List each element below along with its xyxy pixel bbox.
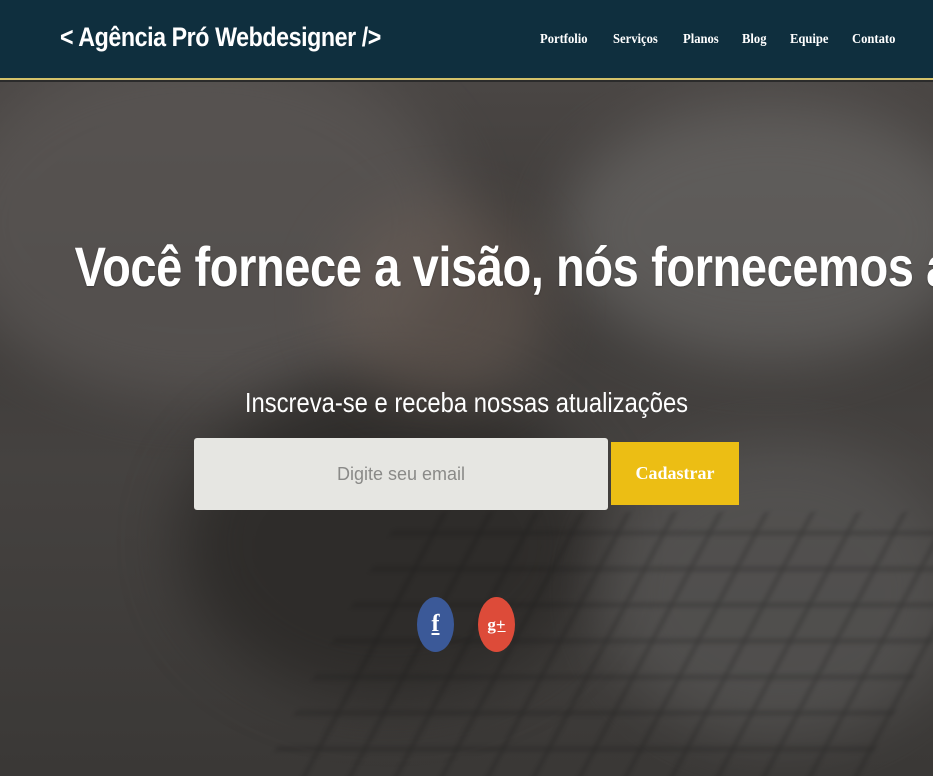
background-blur xyxy=(560,102,933,362)
site-header: < Agência Pró Webdesigner /> Portfolio S… xyxy=(0,0,933,80)
nav-portfolio[interactable]: Portfolio xyxy=(540,32,588,48)
hero-section: Você fornece a visão, nós fornecemos a s… xyxy=(0,82,933,776)
nav-blog[interactable]: Blog xyxy=(742,32,767,48)
subscribe-button[interactable]: Cadastrar xyxy=(611,442,739,505)
nav-planos[interactable]: Planos xyxy=(683,32,719,48)
nav-contato[interactable]: Contato xyxy=(852,32,895,48)
site-logo[interactable]: < Agência Pró Webdesigner /> xyxy=(60,22,381,53)
google-plus-icon[interactable]: g+ xyxy=(478,597,515,652)
nav-servicos[interactable]: Serviços xyxy=(613,32,658,48)
nav-equipe[interactable]: Equipe xyxy=(790,32,829,48)
main-nav: Portfolio Serviços Planos Blog Equipe Co… xyxy=(540,32,901,48)
facebook-icon[interactable]: f xyxy=(417,597,454,652)
hero-headline: Você fornece a visão, nós fornecemos a s… xyxy=(74,235,933,298)
background-blur xyxy=(330,202,550,402)
email-input[interactable] xyxy=(194,438,608,510)
newsletter-subtitle: Inscreva-se e receba nossas atualizações xyxy=(244,387,689,418)
